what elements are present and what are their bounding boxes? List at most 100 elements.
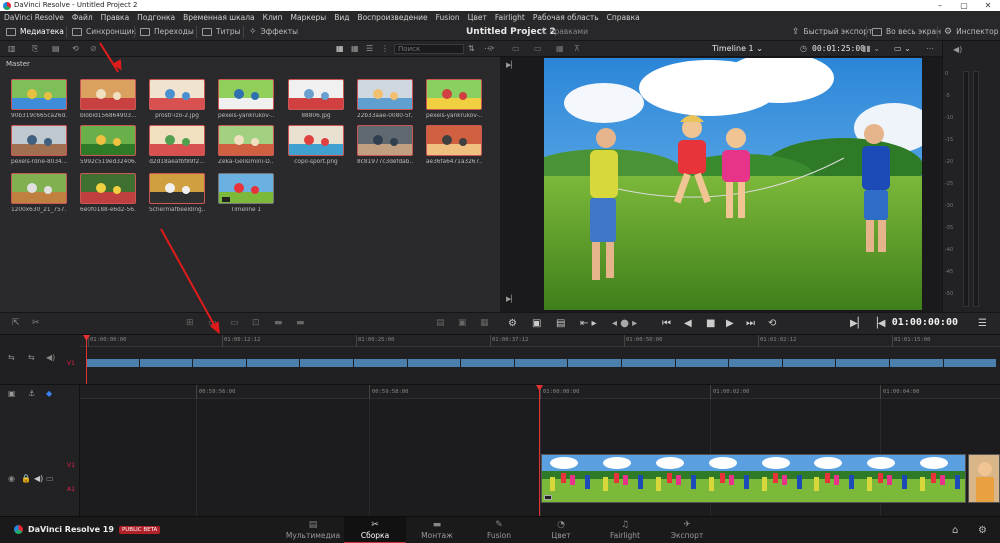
list-view-icon[interactable]: ☰ [366, 44, 373, 53]
source-view-icon[interactable]: ▦ [556, 44, 564, 53]
menu-item[interactable]: Правка [101, 13, 130, 22]
settings-gear-icon[interactable]: ⚙ [978, 525, 987, 536]
track-audio-icon[interactable]: ◀) [34, 474, 43, 483]
menu-item[interactable]: Временная шкала [183, 13, 254, 22]
tab-media[interactable]: ▤ Мультимедиа [282, 517, 344, 543]
settings-icon[interactable]: ⚙ [508, 318, 517, 330]
menu-item[interactable]: DaVinci Resolve [4, 13, 64, 22]
track-monitor-icon[interactable]: ▭ [46, 474, 54, 483]
view-options-icon[interactable]: ▣ [8, 389, 16, 398]
tab-fairlight[interactable]: ♫ Fairlight [594, 517, 656, 543]
clip-view-icon[interactable]: ▭ [534, 44, 542, 53]
media-clip[interactable]: 22b33aae-0080-5f... [357, 79, 413, 119]
append-icon[interactable]: ▬ [274, 318, 283, 328]
jog-dot-icon[interactable]: ◂ ● ▸ [612, 318, 637, 330]
sync-view-icon[interactable]: ▭ [512, 44, 520, 53]
video-viewer[interactable]: ▶▏ ▶▏ [500, 57, 942, 312]
mark-in-icon[interactable]: ▶▏ [506, 61, 517, 69]
upper-playhead[interactable] [86, 339, 87, 385]
tab-cut[interactable]: ✂ Сборка [344, 517, 406, 543]
media-clip[interactable]: Schermafbeelding... [149, 173, 205, 213]
bin-icon[interactable]: ▤ [52, 44, 60, 53]
more-icon[interactable]: ⋯ [926, 44, 934, 53]
media-clip[interactable]: Zeka-Gelisimini-D... [218, 125, 274, 165]
timeline-clip-segment[interactable] [246, 359, 300, 367]
quick-export-button[interactable]: ⇪ Быстрый экспорт [792, 25, 872, 39]
transitions-button[interactable]: Переходы [140, 25, 194, 39]
snap-toggle-icon[interactable]: ⚓ [28, 389, 35, 398]
menu-item[interactable]: Файл [72, 13, 93, 22]
media-clip[interactable]: blobid156864903... [80, 79, 136, 119]
menu-icon[interactable]: ☰ [978, 318, 987, 330]
timeline-clip-segment[interactable] [514, 359, 568, 367]
media-clip[interactable]: d2d18aeafbf89f2... [149, 125, 205, 165]
jump-end-icon[interactable]: ⏭ [746, 318, 755, 330]
sync-bin-button[interactable]: Синхронщик [72, 25, 136, 39]
menu-item[interactable]: Клип [263, 13, 283, 22]
timeline-clip-segment[interactable] [889, 359, 943, 367]
grid-view-icon[interactable]: ▦ [351, 44, 359, 53]
menu-item[interactable]: Fairlight [495, 13, 525, 22]
play-icon[interactable]: ▶ [726, 318, 734, 330]
reverse-icon[interactable]: ◀ [684, 318, 692, 330]
fit-icon[interactable]: ⊡ [252, 318, 260, 328]
lock-track-icon[interactable]: ⇆ [28, 353, 35, 362]
more-view-icon[interactable]: ⋮ [381, 44, 389, 53]
menu-item[interactable]: Подгонка [137, 13, 175, 22]
position-lock-icon[interactable]: ◆ [46, 389, 52, 398]
timeline-clip-segment[interactable] [782, 359, 836, 367]
minimize-icon[interactable]: – [928, 0, 952, 11]
media-clip[interactable]: prostr-izo-2.jpg [149, 79, 205, 119]
panel-toggle-icon[interactable]: ▥ [8, 44, 16, 53]
thumbnail-view-icon[interactable]: ▦ [336, 44, 344, 53]
media-clip[interactable]: pexels-yankrukov-... [426, 79, 482, 119]
audio-icon[interactable]: ▮▮ ⌄ [862, 44, 880, 53]
media-clip[interactable]: 1200x630_21_757... [11, 173, 67, 213]
media-clip[interactable]: 5992c519ed32406... [80, 125, 136, 165]
jump-start-icon[interactable]: ⏮ [662, 318, 671, 330]
lower-timeline[interactable]: ▣ ⚓ ◆ ◉ 🔒 ◀) ▭ V1 A1 00:59:56:00 00:59:58… [0, 384, 1000, 517]
refresh-icon[interactable]: ⟳ [488, 44, 495, 53]
timeline-clip-segment[interactable] [407, 359, 461, 367]
trim-icon[interactable]: ⇱ [12, 318, 20, 328]
home-icon[interactable]: ⌂ [952, 525, 958, 536]
zoom-custom-icon[interactable]: ▦ [480, 318, 489, 328]
upper-timeline[interactable]: ⇆ ⇆ ◀) V1 01:00:00:00 01:00:12:12 01:00:25… [0, 334, 1000, 385]
media-clip[interactable]: copii-sport.png [288, 125, 344, 165]
zoom-full-icon[interactable]: ▤ [436, 318, 445, 328]
effects-button[interactable]: ✧ Эффекты [249, 25, 298, 39]
timeline-clip-segment[interactable] [621, 359, 675, 367]
speaker-icon[interactable]: ◀) [953, 45, 962, 54]
close-icon[interactable]: ✕ [976, 0, 1000, 11]
insert-icon[interactable]: ⊞ [186, 318, 194, 328]
prev-edit-icon[interactable]: ▕◀ [870, 318, 885, 330]
timeline-clip-segment[interactable] [943, 359, 997, 367]
mark-out-icon[interactable]: ▶▏ [506, 295, 517, 303]
media-clip[interactable]: 88806.jpg [288, 79, 344, 119]
timeline-clip[interactable]: Timeline 1 [218, 173, 274, 213]
timeline-clip-segment[interactable] [86, 359, 139, 367]
timeline-selector[interactable]: Timeline 1 ⌄ [712, 44, 763, 53]
replace-icon[interactable]: ▭ [230, 318, 239, 328]
menu-item[interactable]: Цвет [468, 13, 487, 22]
menu-item[interactable]: Рабочая область [533, 13, 599, 22]
track-lock-icon[interactable]: 🔒 [21, 474, 31, 483]
upper-clip-strip[interactable] [86, 359, 997, 367]
relink-icon[interactable]: ⟲ [72, 44, 79, 53]
upper-ruler[interactable]: 01:00:00:00 01:00:12:12 01:00:25:00 01:00:3… [80, 335, 1000, 347]
razor-icon[interactable]: ✂ [32, 318, 40, 328]
media-clip[interactable]: 90b319c665ca26d... [11, 79, 67, 119]
timeline-clip-segment[interactable] [568, 359, 621, 367]
search-input[interactable] [394, 44, 464, 54]
menu-item[interactable]: Вид [334, 13, 349, 22]
lower-playhead[interactable] [539, 389, 540, 517]
timeline-clip-segment[interactable] [675, 359, 729, 367]
monitor-icon[interactable]: ▭ ⌄ [894, 44, 911, 53]
maximize-icon[interactable]: ▢ [952, 0, 976, 11]
inspector-button[interactable]: ⚙ Инспектор [944, 25, 998, 39]
timeline-clip-segment[interactable] [300, 359, 353, 367]
audio-toggle-icon[interactable]: ◀) [46, 353, 55, 362]
media-clip[interactable]: ae36fa6471a3267... [426, 125, 482, 165]
timeline-clip-segment[interactable] [836, 359, 889, 367]
audio-track-icon[interactable]: ▤ [556, 318, 565, 330]
